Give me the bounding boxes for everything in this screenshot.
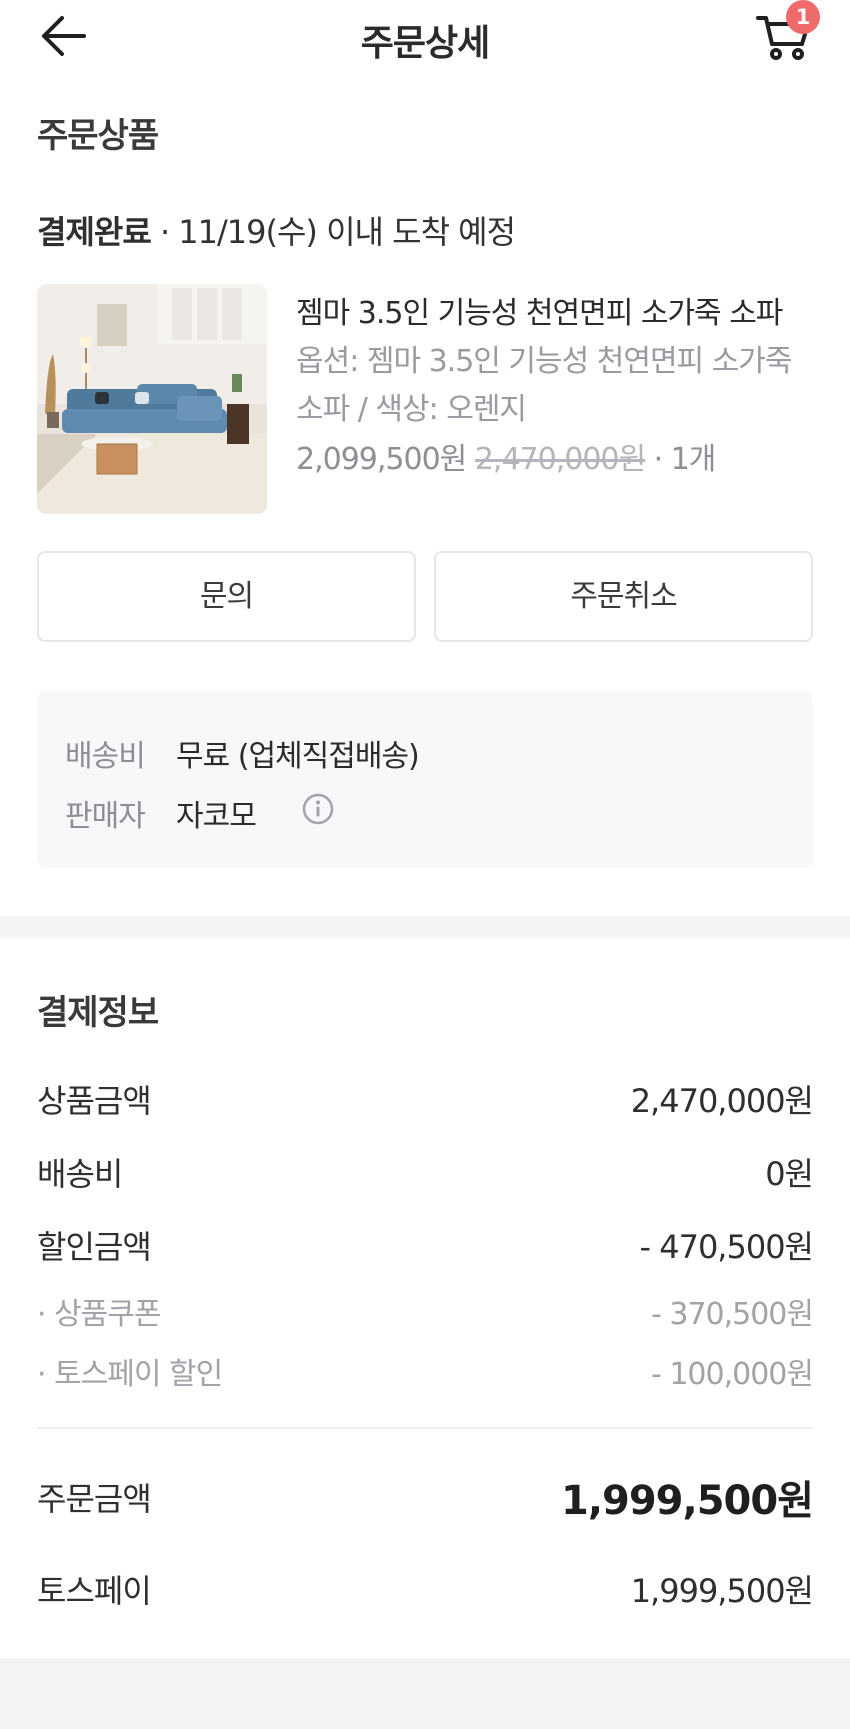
order-status: 결제완료 [37, 213, 152, 251]
shipping-amount-label: 배송비 [37, 1155, 123, 1193]
top-app-bar: 주문상세 1 [0, 0, 850, 72]
payment-info-title: 결제정보 [37, 993, 159, 1033]
shipping-amount-value: 0원 [765, 1155, 814, 1193]
sale-price: 2,099,500원 [296, 442, 467, 477]
page-title: 주문상세 [360, 23, 490, 64]
order-total-value: 1,999,500원 [560, 1478, 814, 1524]
payment-divider [37, 1427, 813, 1429]
order-items-title: 주문상품 [37, 116, 159, 156]
order-total-label: 주문금액 [37, 1480, 152, 1518]
shipping-fee-value: 무료 (업체직접배송) [176, 739, 420, 774]
sofa-photo [37, 284, 267, 514]
product-price-line: 2,099,500원 2,470,000원 · 1개 [296, 434, 717, 478]
cancel-order-button[interactable]: 주문취소 [434, 551, 813, 642]
product-option: 옵션: 젬마 3.5인 기능성 천연면피 소가죽 소파 / 색상: 오렌지 [296, 344, 793, 427]
tosspay-discount-value: - 100,000원 [650, 1357, 814, 1392]
cart-count-badge: 1 [786, 0, 820, 34]
product-name[interactable]: 젬마 3.5인 기능성 천연면피 소가죽 소파 [296, 288, 783, 332]
original-price: 2,470,000원 [474, 442, 646, 477]
seller-value[interactable]: 자코모 [176, 791, 257, 835]
seller-info-button[interactable] [302, 793, 334, 825]
product-amount-label: 상품금액 [37, 1082, 152, 1120]
info-icon [302, 793, 334, 825]
tosspay-discount-label: · 토스페이 할인 [37, 1357, 223, 1392]
delivery-estimate: · 11/19(수) 이내 도착 예정 [150, 213, 516, 251]
shipping-info-box: 배송비 무료 (업체직접배송) 판매자 자코모 [37, 691, 813, 868]
discount-amount-label: 할인금액 [37, 1228, 152, 1266]
quantity: · 1개 [645, 442, 717, 477]
discount-amount-value: - 470,500원 [639, 1228, 814, 1266]
section-divider [0, 916, 850, 938]
order-status-line: 결제완료 · 11/19(수) 이내 도착 예정 [37, 207, 516, 253]
seller-label: 판매자 [65, 799, 146, 834]
coupon-value: - 370,500원 [650, 1297, 814, 1332]
product-image[interactable] [37, 284, 267, 514]
inquiry-button[interactable]: 문의 [37, 551, 416, 642]
payment-method-amount: 1,999,500원 [630, 1572, 814, 1610]
shipping-fee-label: 배송비 [65, 739, 146, 774]
product-amount-value: 2,470,000원 [630, 1082, 814, 1120]
payment-method-label: 토스페이 [37, 1572, 152, 1610]
bottom-spacer [0, 1658, 850, 1729]
coupon-label: · 상품쿠폰 [37, 1297, 161, 1332]
